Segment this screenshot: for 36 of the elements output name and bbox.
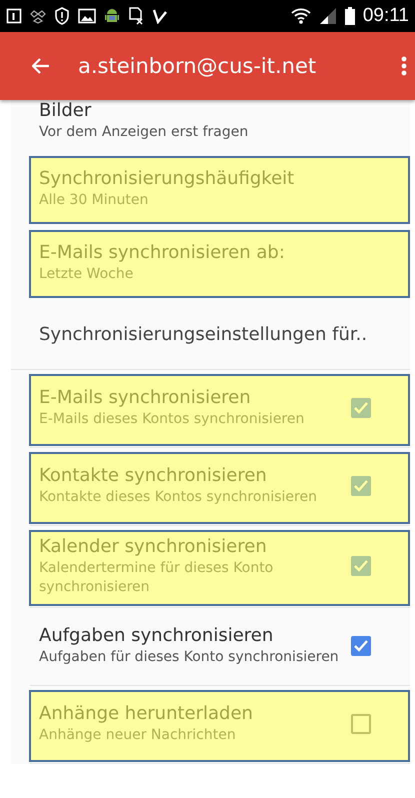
setting-summary: Aufgaben für dieses Konto synchronisieren <box>39 648 339 668</box>
image-icon <box>78 8 96 24</box>
setting-title: Aufgaben synchronisieren <box>39 625 274 646</box>
menu-icon[interactable] <box>401 56 407 76</box>
setting-title: E-Mails synchronisieren <box>39 387 252 408</box>
setting-summary: Kalendertermine für dieses Konto synchronisieren <box>39 558 274 597</box>
setting-summary: Anhänge neuer Nachrichten <box>39 726 237 746</box>
checkbox[interactable] <box>351 636 371 656</box>
setting-title: Kalender synchronisieren <box>39 536 268 557</box>
setting-summary: E-Mails dieses Kontos synchronisieren <box>39 410 306 430</box>
checkbox[interactable] <box>351 476 371 496</box>
checkbox[interactable] <box>351 556 371 576</box>
setting-summary: Alle 30 Minuten <box>39 190 150 210</box>
signal-icon <box>318 7 337 25</box>
document-icon <box>128 7 144 25</box>
setting-summary: Letzte Woche <box>39 264 134 284</box>
setting-title: E-Mails synchronisieren ab: <box>39 242 286 263</box>
setting-title: Anhänge herunterladen <box>39 703 254 724</box>
back-arrow-icon[interactable] <box>32 58 50 74</box>
setting-title: Kontakte synchronisieren <box>39 465 268 486</box>
account-title: a.steinborn@cus-it.net <box>78 54 318 78</box>
robot-icon <box>104 7 120 25</box>
shield-icon <box>54 7 70 25</box>
checkbox[interactable] <box>351 714 371 734</box>
setting-summary: Vor dem Anzeigen erst fragen <box>39 123 250 142</box>
setting-title: Synchronisierungshäufigkeit <box>39 168 296 189</box>
battery-icon <box>344 7 355 25</box>
diamond-icon <box>30 8 46 24</box>
checkbox[interactable] <box>351 398 371 418</box>
clock-time: 09:11 <box>362 5 409 27</box>
setting-summary: Kontakte dieses Kontos synchronisieren <box>39 488 318 508</box>
calendar-icon <box>6 8 22 24</box>
setting-title: Bilder <box>39 100 92 121</box>
section-header: Synchronisierungseinstellungen für.. <box>39 324 368 345</box>
wifi-icon <box>290 7 311 25</box>
check-icon <box>152 8 168 24</box>
